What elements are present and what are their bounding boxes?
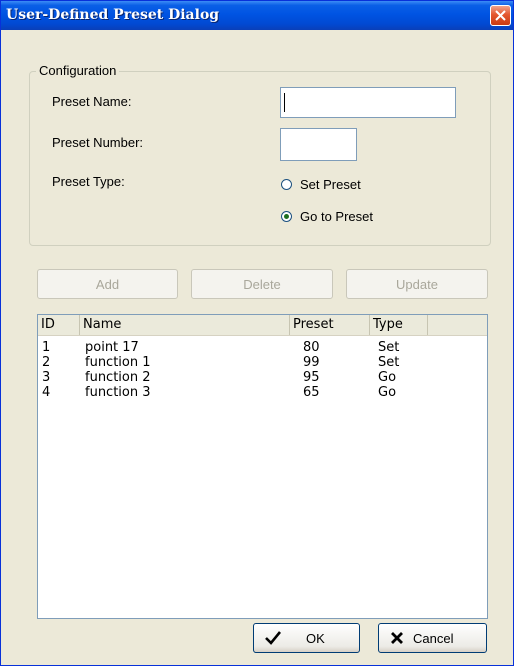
row-type: Set [378, 340, 400, 355]
x-icon [391, 632, 403, 644]
list-header: ID Name Preset Type [38, 315, 487, 336]
table-row[interactable]: 4 function 3 65 Go [38, 385, 487, 400]
table-row[interactable]: 3 function 2 95 Go [38, 370, 487, 385]
radio-button[interactable] [281, 179, 292, 190]
ok-button[interactable]: OK [253, 623, 360, 653]
radio-button-checked[interactable] [281, 211, 292, 222]
text-caret [284, 93, 285, 112]
preset-number-label: Preset Number: [52, 135, 144, 150]
title-bar[interactable]: User-Defined Preset Dialog [1, 1, 513, 30]
table-row[interactable]: 1 point 17 80 Set [38, 340, 487, 355]
preset-list[interactable]: ID Name Preset Type 1 point 17 80 Set 2 … [37, 314, 488, 619]
radio-set-preset[interactable]: Set Preset [281, 177, 361, 192]
column-preset[interactable]: Preset [290, 315, 370, 335]
radio-go-to-preset-label: Go to Preset [300, 209, 373, 224]
row-type: Set [378, 355, 400, 370]
radio-go-to-preset[interactable]: Go to Preset [281, 209, 373, 224]
preset-name-label: Preset Name: [52, 94, 132, 109]
dialog-window: User-Defined Preset Dialog Configuration… [0, 0, 514, 666]
column-type[interactable]: Type [370, 315, 428, 335]
column-name[interactable]: Name [80, 315, 290, 335]
row-id: 1 [42, 340, 51, 355]
checkmark-icon [265, 631, 282, 645]
row-name: point 17 [85, 340, 139, 355]
delete-button[interactable]: Delete [191, 269, 333, 299]
row-type: Go [378, 370, 397, 385]
add-button[interactable]: Add [37, 269, 178, 299]
close-button[interactable] [490, 5, 511, 26]
window-title: User-Defined Preset Dialog [6, 7, 220, 23]
update-button[interactable]: Update [346, 269, 488, 299]
preset-type-label: Preset Type: [52, 174, 125, 189]
row-id: 2 [42, 355, 51, 370]
row-preset: 95 [303, 370, 320, 385]
row-name: function 2 [85, 370, 151, 385]
configuration-legend: Configuration [36, 63, 120, 78]
table-row[interactable]: 2 function 1 99 Set [38, 355, 487, 370]
cancel-label: Cancel [413, 630, 454, 646]
row-id: 4 [42, 385, 51, 400]
column-id[interactable]: ID [38, 315, 80, 335]
cancel-button[interactable]: Cancel [378, 623, 487, 653]
row-preset: 99 [303, 355, 320, 370]
radio-set-preset-label: Set Preset [300, 177, 361, 192]
row-id: 3 [42, 370, 51, 385]
preset-number-input[interactable] [280, 128, 357, 161]
ok-label: OK [306, 630, 325, 646]
preset-name-input[interactable] [280, 87, 456, 118]
row-type: Go [378, 385, 397, 400]
close-icon [495, 10, 506, 21]
row-name: function 3 [85, 385, 151, 400]
row-name: function 1 [85, 355, 151, 370]
row-preset: 65 [303, 385, 320, 400]
row-preset: 80 [303, 340, 320, 355]
